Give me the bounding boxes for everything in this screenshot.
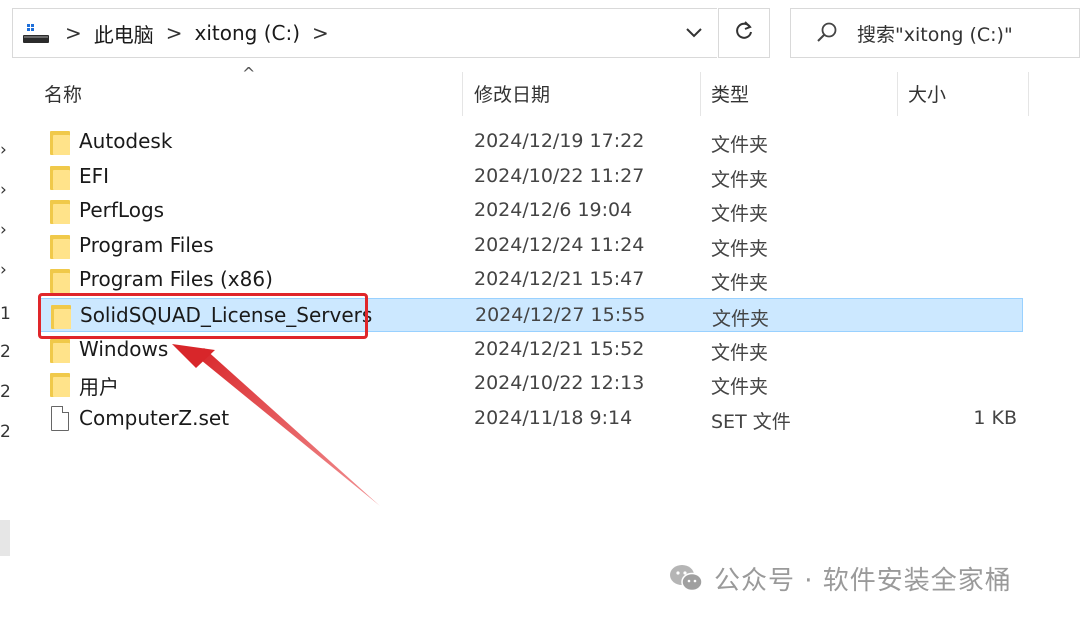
watermark: 公众号 · 软件安装全家桶: [668, 560, 1012, 596]
address-bar[interactable]: > 此电脑 > xitong (C:) >: [12, 8, 717, 58]
refresh-icon: [733, 19, 755, 47]
table-row[interactable]: EFI 2024/10/22 11:27 文件夹: [40, 160, 1023, 194]
file-name: ComputerZ.set: [79, 406, 230, 430]
column-divider[interactable]: [700, 72, 701, 116]
breadcrumb-separator[interactable]: >: [65, 21, 82, 45]
file-date: 2024/12/21 15:47: [474, 268, 645, 290]
nav-expand-icon[interactable]: ›: [0, 140, 7, 160]
file-date: 2024/12/19 17:22: [474, 130, 645, 152]
nav-expand-icon[interactable]: ›: [0, 180, 7, 200]
refresh-button[interactable]: [718, 8, 770, 58]
file-type: 文件夹: [711, 272, 769, 294]
chevron-down-icon: [685, 24, 703, 43]
navigation-scrollbar[interactable]: [0, 520, 10, 556]
wechat-icon: [668, 563, 704, 593]
file-name: Program Files (x86): [79, 267, 273, 291]
folder-icon: [50, 337, 70, 363]
file-type: 文件夹: [712, 308, 770, 330]
address-history-button[interactable]: [670, 8, 718, 58]
search-box[interactable]: 搜索"xitong (C:)": [790, 8, 1080, 58]
file-icon: [50, 406, 70, 432]
folder-icon: [50, 233, 70, 259]
file-name: Program Files: [79, 233, 214, 257]
file-date: 2024/12/21 15:52: [474, 338, 645, 360]
nav-item-fragment: 1: [0, 304, 11, 324]
column-header-date[interactable]: 修改日期: [474, 80, 550, 107]
watermark-text: 公众号 · 软件安装全家桶: [714, 565, 1012, 596]
table-row[interactable]: Program Files (x86) 2024/12/21 15:47 文件夹: [40, 263, 1023, 297]
column-header-size[interactable]: 大小: [908, 80, 946, 107]
file-type: 文件夹: [711, 134, 769, 156]
table-row[interactable]: Autodesk 2024/12/19 17:22 文件夹: [40, 125, 1023, 159]
file-name: Autodesk: [79, 129, 173, 153]
search-placeholder[interactable]: 搜索"xitong (C:)": [857, 20, 1013, 47]
file-name: PerfLogs: [79, 198, 165, 222]
table-row[interactable]: Program Files 2024/12/24 11:24 文件夹: [40, 229, 1023, 263]
nav-item-fragment: 2: [0, 342, 11, 362]
file-name: Windows: [79, 337, 169, 361]
nav-expand-icon[interactable]: ›: [0, 220, 7, 240]
folder-icon: [50, 164, 70, 190]
breadcrumb-drive-c[interactable]: xitong (C:): [195, 21, 301, 45]
nav-item-fragment: 2: [0, 422, 11, 442]
folder-icon: [50, 198, 70, 224]
file-date: 2024/10/22 11:27: [474, 165, 645, 187]
column-divider[interactable]: [1028, 72, 1029, 116]
file-type: 文件夹: [711, 203, 769, 225]
nav-expand-icon[interactable]: ›: [0, 260, 7, 280]
table-row[interactable]: PerfLogs 2024/12/6 19:04 文件夹: [40, 194, 1023, 228]
file-date: 2024/12/6 19:04: [474, 199, 633, 221]
column-header-type[interactable]: 类型: [711, 80, 749, 107]
this-pc-icon: [19, 16, 53, 50]
column-divider[interactable]: [897, 72, 898, 116]
file-type: 文件夹: [711, 342, 769, 364]
table-row[interactable]: ComputerZ.set 2024/11/18 9:14 SET 文件 1 K…: [40, 402, 1023, 436]
file-name: 用户: [79, 375, 119, 399]
nav-item-fragment: 2: [0, 382, 11, 402]
breadcrumb-separator[interactable]: >: [312, 21, 329, 45]
search-icon: [815, 21, 839, 45]
file-type: 文件夹: [711, 169, 769, 191]
toolbar: > 此电脑 > xitong (C:) > 搜索"xitong (C:)": [0, 0, 1080, 68]
file-name: EFI: [79, 164, 110, 188]
file-date: 2024/10/22 12:13: [474, 372, 645, 394]
file-type: SET 文件: [711, 411, 791, 433]
file-date: 2024/12/27 15:55: [475, 304, 646, 326]
breadcrumb-this-pc[interactable]: 此电脑: [94, 19, 154, 48]
column-divider[interactable]: [462, 72, 463, 116]
file-type: 文件夹: [711, 238, 769, 260]
file-date: 2024/12/24 11:24: [474, 234, 645, 256]
breadcrumb-separator[interactable]: >: [166, 21, 183, 45]
file-date: 2024/11/18 9:14: [474, 407, 633, 429]
file-type: 文件夹: [711, 376, 769, 398]
sort-up-icon: ^: [242, 64, 256, 83]
table-row[interactable]: 用户 2024/10/22 12:13 文件夹: [40, 367, 1023, 401]
highlight-box: [38, 293, 368, 339]
folder-icon: [50, 267, 70, 293]
column-header-name[interactable]: 名称: [44, 80, 82, 107]
folder-icon: [50, 371, 70, 397]
folder-icon: [50, 129, 70, 155]
file-size: 1 KB: [973, 407, 1017, 429]
